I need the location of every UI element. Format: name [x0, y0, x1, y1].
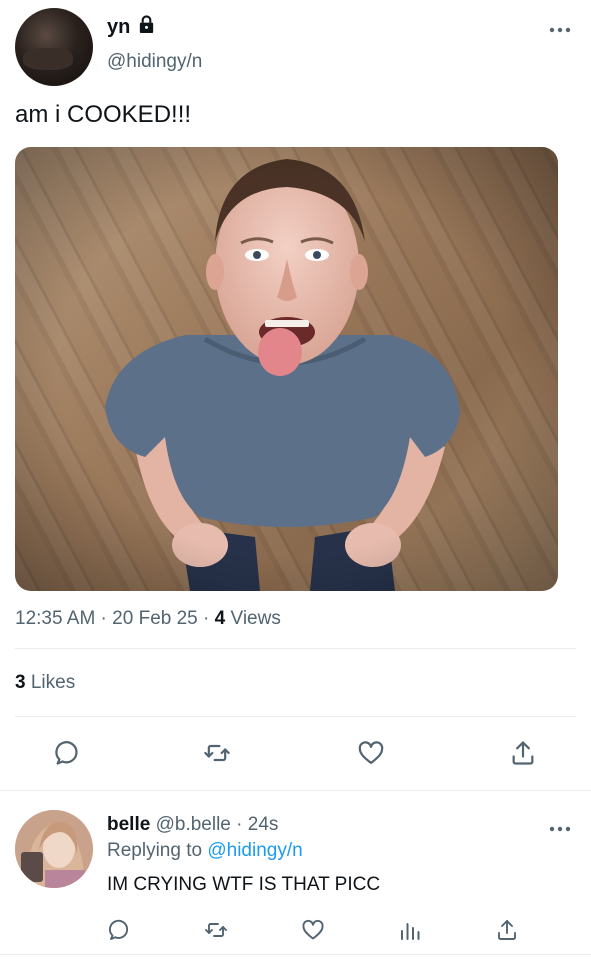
reply-avatar-photo [15, 810, 93, 888]
likes-count: 3 [15, 672, 26, 693]
reply-icon[interactable] [53, 739, 81, 767]
reply-author-handle[interactable]: @b.belle [150, 814, 231, 835]
replying-to-mention[interactable]: @hidingy/n [207, 840, 302, 861]
tweet-text: am i COOKED!!! [15, 101, 192, 128]
meta-separator: · [95, 608, 113, 629]
views-label: Views [225, 608, 281, 629]
reply-text: IM CRYING WTF IS THAT PICC [107, 874, 381, 895]
meta-separator: · [197, 608, 215, 629]
more-icon[interactable] [548, 820, 572, 834]
tweet-meta: 12:35 AM · 20 Feb 25 · 4 Views [15, 608, 281, 630]
more-icon[interactable] [548, 22, 572, 42]
author-handle[interactable]: @hidingy/n [107, 51, 202, 73]
reply-avatar[interactable] [15, 810, 93, 888]
author-name[interactable]: yn [107, 16, 130, 39]
retweet-icon[interactable] [204, 918, 228, 942]
lock-icon [137, 15, 156, 34]
likes-stat[interactable]: 3 Likes [15, 672, 75, 694]
reply-icon[interactable] [107, 918, 131, 942]
share-icon[interactable] [495, 918, 519, 942]
replying-to-label: Replying to [107, 840, 208, 861]
meta-separator: · [230, 814, 248, 835]
views-count: 4 [214, 608, 226, 629]
reply-author-name[interactable]: belle [107, 814, 150, 835]
tweet-time[interactable]: 12:35 AM [15, 608, 95, 629]
replying-to: Replying to @hidingy/n [107, 840, 303, 862]
divider [0, 790, 591, 791]
divider [15, 648, 576, 649]
divider [0, 954, 591, 955]
divider [15, 716, 576, 717]
share-icon[interactable] [509, 739, 537, 767]
like-icon[interactable] [357, 739, 385, 767]
likes-label: Likes [25, 672, 76, 693]
reply-header: belle @b.belle · 24s [107, 814, 278, 836]
views-icon[interactable] [398, 918, 422, 942]
tweet-date[interactable]: 20 Feb 25 [112, 608, 198, 629]
like-icon[interactable] [301, 918, 325, 942]
avatar-shape [23, 48, 73, 70]
photo-illustration [15, 147, 558, 591]
author-avatar[interactable] [15, 8, 93, 86]
reply-age[interactable]: 24s [248, 814, 279, 835]
retweet-icon[interactable] [203, 739, 231, 767]
tweet-photo[interactable] [15, 147, 558, 591]
